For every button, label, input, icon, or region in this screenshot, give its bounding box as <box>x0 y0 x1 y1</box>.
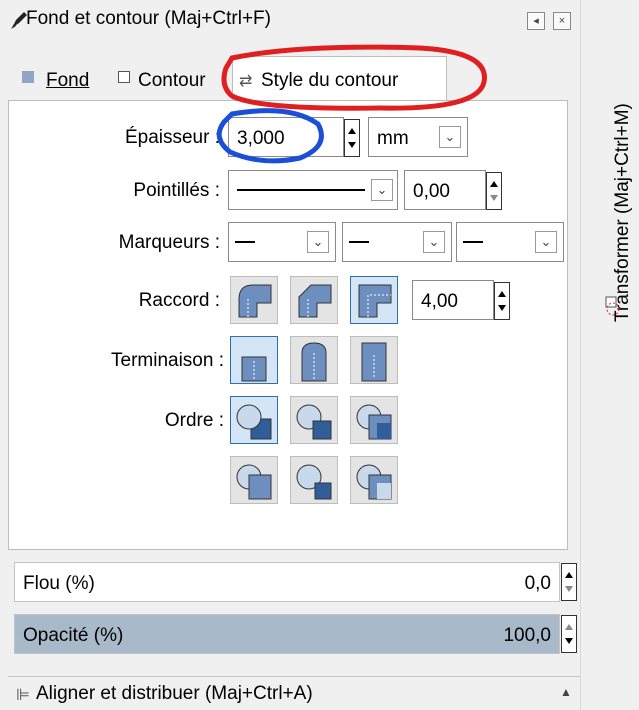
blur-slider[interactable]: Flou (%) 0,0 <box>14 562 560 602</box>
end-marker-select[interactable]: ⌄ <box>456 222 564 262</box>
markers-label: Marqueurs : <box>118 232 220 253</box>
bevel-join-button[interactable] <box>290 276 338 324</box>
dialog-title: Fond et contour (Maj+Ctrl+F) <box>26 8 271 29</box>
round-join-button[interactable] <box>230 276 278 324</box>
opacity-slider[interactable]: Opacité (%) 100,0 <box>14 614 560 654</box>
order-stroke-markers-fill-button[interactable] <box>290 456 338 504</box>
start-marker-select[interactable]: ⌄ <box>228 222 336 262</box>
chevron-down-icon: ⌄ <box>307 231 329 253</box>
tab-stroke-style[interactable]: ⇄ Style du contour <box>232 56 447 102</box>
round-cap-button[interactable] <box>290 336 338 384</box>
butt-cap-icon <box>241 356 267 382</box>
miter-limit-spinner[interactable] <box>494 282 510 320</box>
paint-order-icon <box>236 404 272 440</box>
chevron-down-icon: ⌄ <box>423 231 445 253</box>
width-input[interactable]: 3,000 <box>228 117 344 157</box>
dash-pattern-select[interactable]: ⌄ <box>228 170 398 210</box>
order-markers-stroke-fill-button[interactable] <box>350 456 398 504</box>
chevron-down-icon: ⌄ <box>535 231 557 253</box>
tab-stroke-paint[interactable]: Contour <box>112 58 230 100</box>
blur-spinner[interactable] <box>561 563 577 601</box>
stroke-style-panel <box>8 100 568 550</box>
order-fill-markers-stroke-button[interactable] <box>230 456 278 504</box>
miter-join-button[interactable] <box>350 276 398 324</box>
close-icon[interactable]: × <box>553 12 571 30</box>
cap-label: Terminaison : <box>111 350 224 371</box>
width-label: Épaisseur : <box>124 127 220 148</box>
dash-offset-spinner[interactable] <box>486 172 502 210</box>
transform-dock-tab[interactable]: Transformer (Maj+Ctrl+M) <box>612 32 636 322</box>
join-label: Raccord : <box>138 290 220 311</box>
dash-offset-input[interactable]: 0,00 <box>404 170 486 210</box>
paint-order-icon <box>356 464 392 500</box>
unit-select[interactable]: mm ⌄ <box>368 117 468 157</box>
paint-order-icon <box>236 464 272 500</box>
mid-marker-select[interactable]: ⌄ <box>342 222 452 262</box>
transform-icon <box>605 296 620 316</box>
fill-tab-icon <box>22 71 34 83</box>
chevron-down-icon: ⌄ <box>439 126 461 148</box>
dashes-label: Pointillés : <box>133 180 220 201</box>
square-cap-icon <box>361 342 387 382</box>
order-label: Ordre : <box>164 410 224 431</box>
collapse-arrow-icon[interactable]: ◂ <box>527 12 545 30</box>
paint-order-icon <box>356 404 392 440</box>
paint-order-icon <box>296 464 332 500</box>
butt-cap-button[interactable] <box>230 336 278 384</box>
align-icon: ⊫ <box>16 687 30 704</box>
stroke-tab-icon <box>118 71 130 83</box>
bevel-join-icon <box>298 284 332 318</box>
round-join-icon <box>238 284 272 318</box>
order-stroke-fill-button[interactable] <box>290 396 338 444</box>
square-cap-button[interactable] <box>350 336 398 384</box>
paint-order-icon <box>296 404 332 440</box>
order-markers-button[interactable] <box>350 396 398 444</box>
stroke-style-tab-icon: ⇄ <box>239 73 253 90</box>
order-normal-button[interactable] <box>230 396 278 444</box>
solid-line-preview <box>237 189 365 191</box>
opacity-spinner[interactable] <box>561 615 577 653</box>
tab-fill[interactable]: Fond <box>12 58 108 100</box>
align-panel-header[interactable]: ⊫ Aligner et distribuer (Maj+Ctrl+A) ▲ <box>8 676 580 710</box>
miter-limit-input[interactable]: 4,00 <box>412 280 494 320</box>
collapse-arrow-icon[interactable]: ▲ <box>560 685 572 699</box>
miter-join-icon <box>358 284 392 318</box>
width-spinner[interactable] <box>344 119 360 157</box>
round-cap-icon <box>301 342 327 382</box>
chevron-down-icon: ⌄ <box>371 179 393 201</box>
